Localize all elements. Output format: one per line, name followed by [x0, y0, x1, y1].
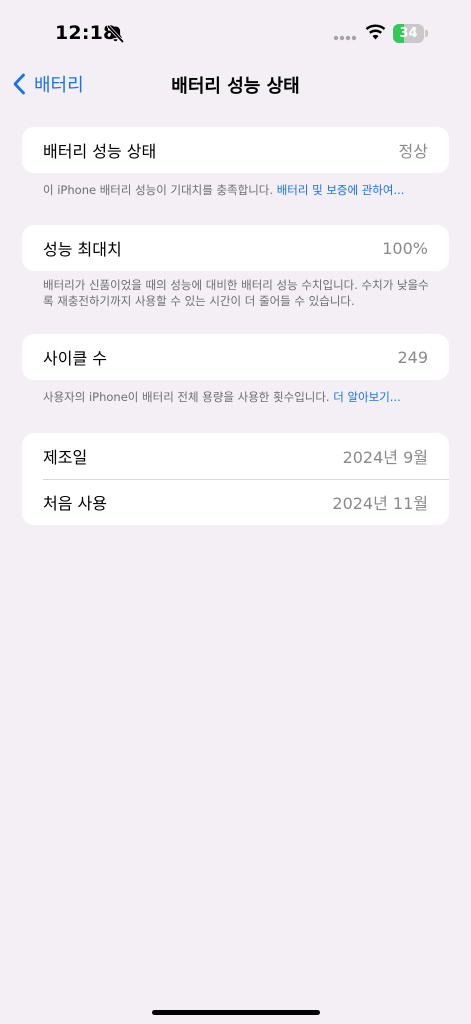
navigation-bar: 배터리 배터리 성능 상태	[0, 66, 471, 102]
learn-more-link[interactable]: 더 알아보기...	[333, 390, 401, 404]
battery-health-group: 배터리 성능 상태 정상	[22, 127, 449, 173]
max-capacity-label: 성능 최대치	[43, 240, 122, 259]
cycle-count-footnote-text: 사용자의 iPhone이 배터리 전체 용량을 사용한 횟수입니다.	[43, 390, 330, 404]
first-use-row: 처음 사용 2024년 11월	[22, 479, 449, 525]
cycle-count-label: 사이클 수	[43, 349, 107, 368]
max-capacity-row: 성능 최대치 100%	[22, 225, 449, 271]
first-use-value: 2024년 11월	[332, 494, 428, 513]
battery-dates-group: 제조일 2024년 9월 처음 사용 2024년 11월	[22, 433, 449, 525]
manufacture-date-label: 제조일	[43, 448, 88, 467]
home-indicator[interactable]	[152, 1010, 320, 1015]
first-use-label: 처음 사용	[43, 494, 107, 513]
battery-health-footnote: 이 iPhone 배터리 성능이 기대치를 충족합니다. 배터리 및 보증에 관…	[43, 182, 435, 198]
wifi-icon	[365, 24, 386, 40]
battery-tip	[425, 30, 428, 37]
cycle-count-footnote: 사용자의 iPhone이 배터리 전체 용량을 사용한 횟수입니다. 더 알아보…	[43, 389, 435, 405]
signal-dots-icon	[333, 35, 357, 41]
manufacture-date-value: 2024년 9월	[342, 448, 428, 467]
battery-body: 34	[393, 24, 424, 43]
battery-icon: 34	[393, 24, 429, 43]
battery-health-value: 정상	[398, 142, 428, 161]
battery-level-text: 34	[399, 26, 418, 41]
battery-health-footnote-text: 이 iPhone 배터리 성능이 기대치를 충족합니다.	[43, 183, 274, 197]
cycle-count-row: 사이클 수 249	[22, 334, 449, 380]
bell-slash-icon	[107, 25, 124, 43]
max-capacity-footnote: 배터리가 신품이었을 때의 성능에 대비한 배터리 성능 수치입니다. 수치가 …	[43, 278, 429, 308]
battery-health-label: 배터리 성능 상태	[43, 142, 157, 161]
battery-warranty-link[interactable]: 배터리 및 보증에 관하여...	[277, 183, 405, 197]
page-title: 배터리 성능 상태	[171, 76, 300, 97]
battery-health-row: 배터리 성능 상태 정상	[22, 127, 449, 173]
max-capacity-value: 100%	[382, 238, 428, 258]
status-bar: 12:18 34	[0, 0, 471, 66]
max-capacity-group: 성능 최대치 100%	[22, 225, 449, 271]
manufacture-date-row: 제조일 2024년 9월	[22, 433, 449, 479]
cycle-count-value: 249	[397, 347, 428, 367]
cycle-count-group: 사이클 수 249	[22, 334, 449, 380]
